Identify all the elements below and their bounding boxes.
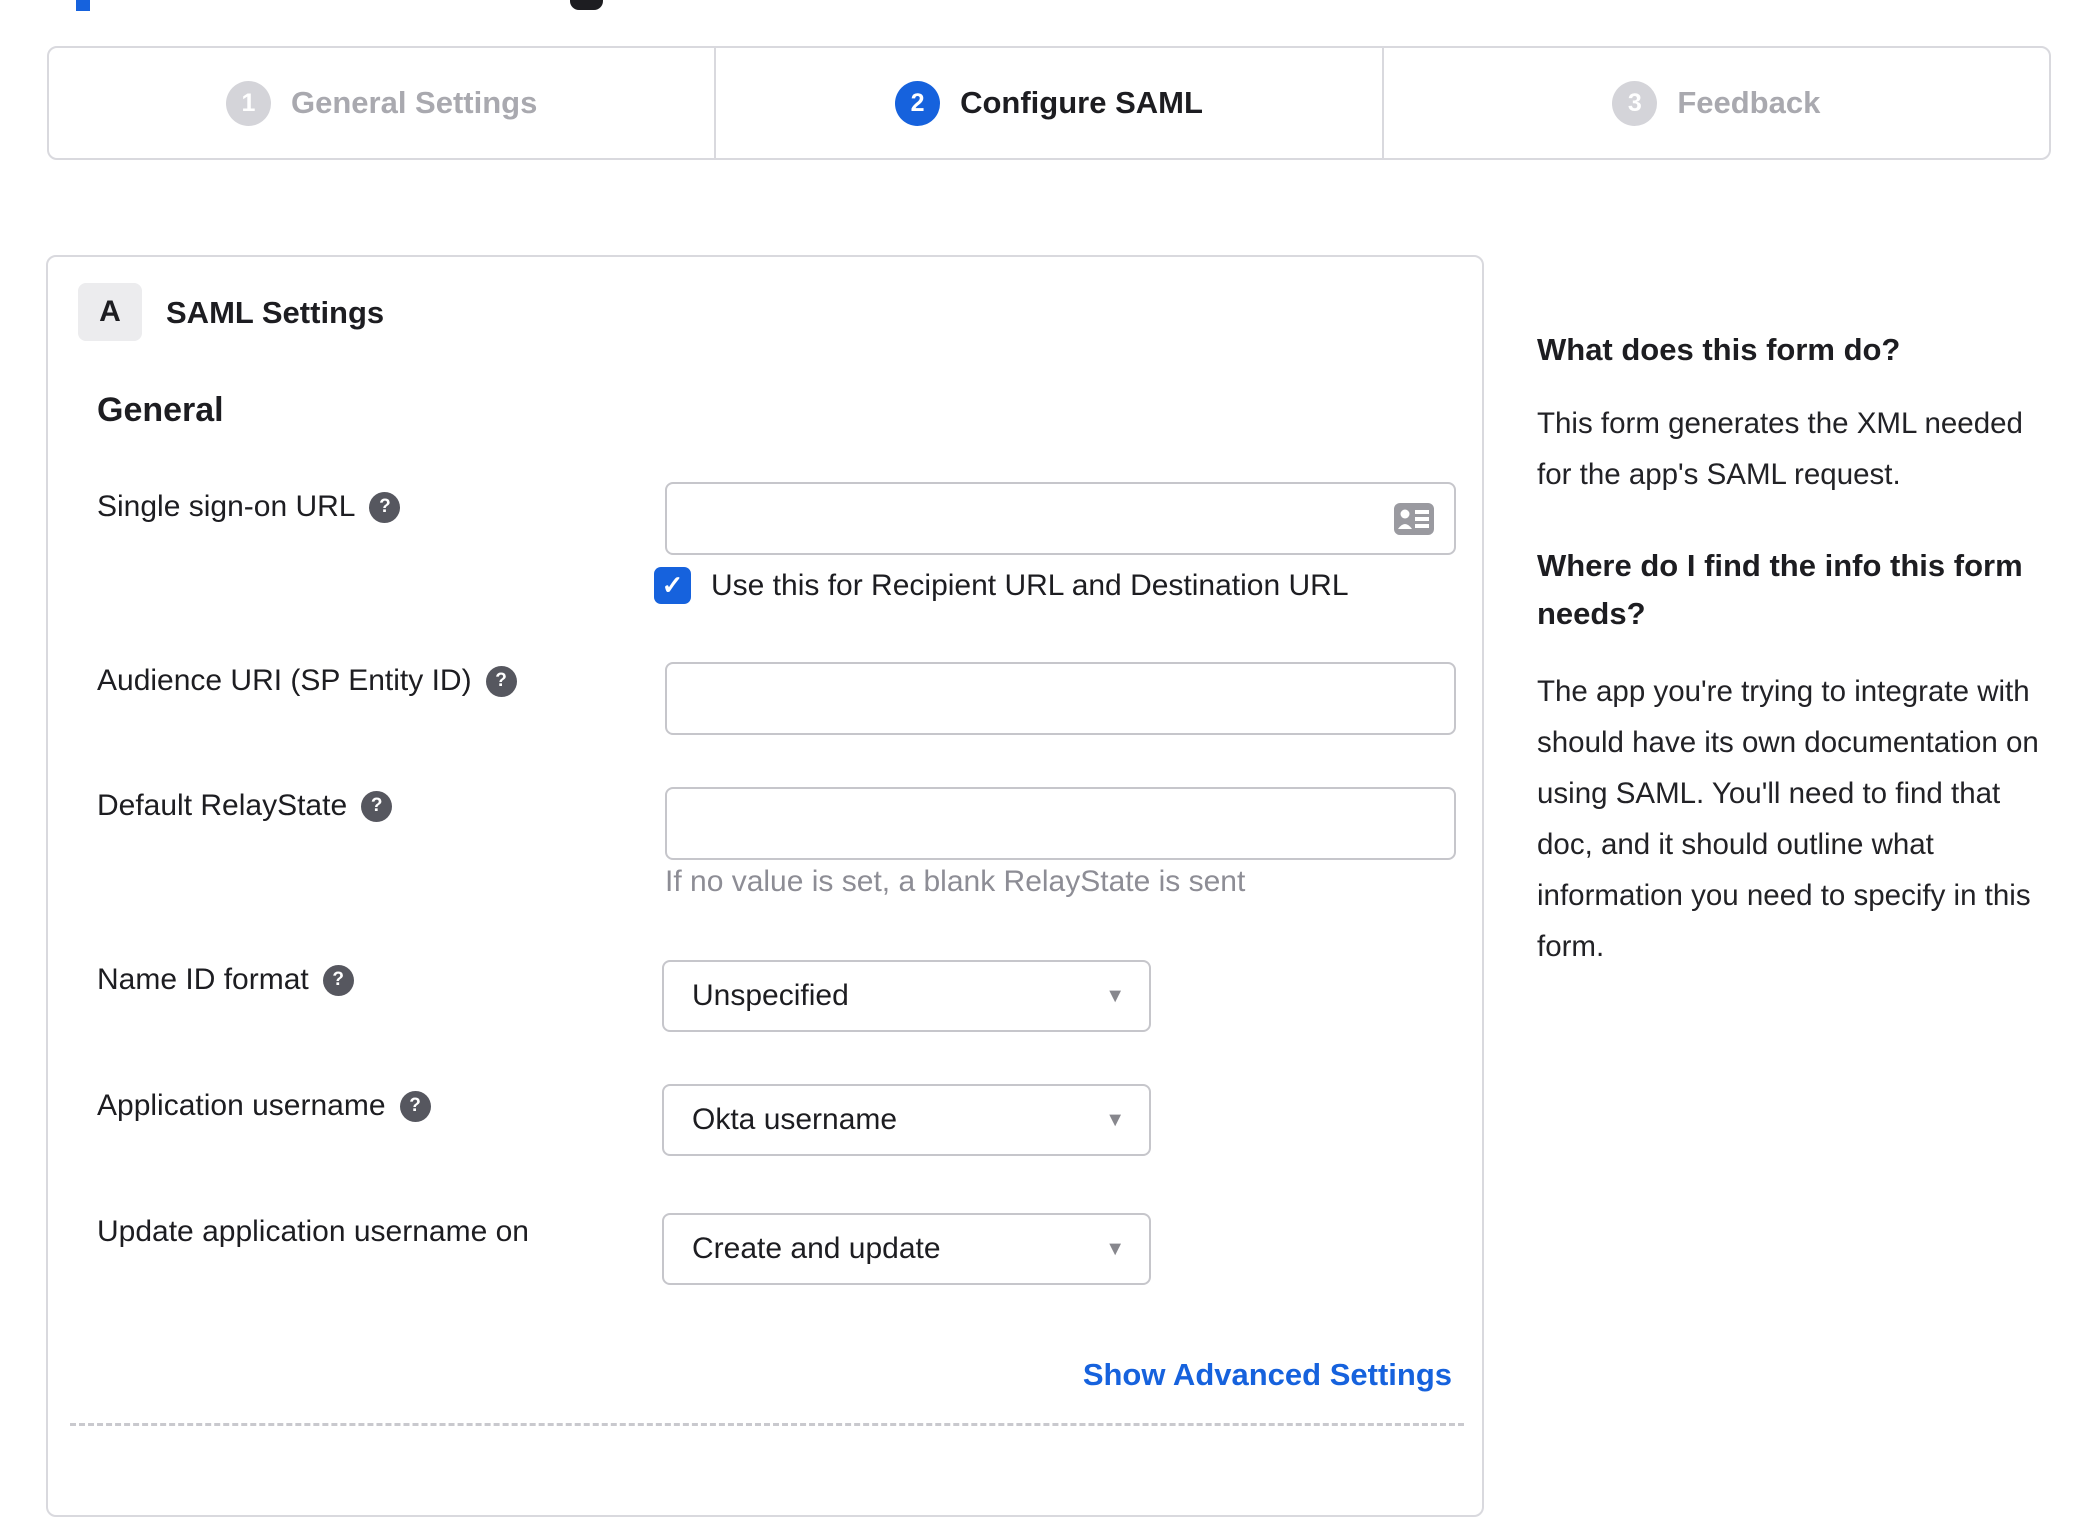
- help-icon[interactable]: ?: [322, 964, 354, 996]
- label-text: Audience URI (SP Entity ID): [97, 664, 472, 697]
- step-number-badge: 1: [225, 80, 271, 126]
- cropped-icon-fragment: [570, 0, 603, 10]
- single-sign-on-url-label: Single sign-on URL ?: [97, 490, 401, 524]
- recipient-url-checkbox[interactable]: ✓: [654, 567, 691, 604]
- update-application-username-select[interactable]: Create and update ▼: [662, 1213, 1151, 1285]
- saml-settings-panel: A SAML Settings General Single sign-on U…: [46, 255, 1484, 1517]
- panel-title: SAML Settings: [166, 295, 385, 330]
- section-letter-badge: A: [78, 283, 142, 341]
- help-icon[interactable]: ?: [361, 790, 393, 822]
- help-icon[interactable]: ?: [399, 1090, 431, 1122]
- sidebar-heading-where: Where do I find the info this form needs…: [1537, 548, 2023, 631]
- autofill-contact-card-icon[interactable]: [1393, 499, 1435, 539]
- help-sidebar: What does this form do? This form genera…: [1537, 326, 2092, 972]
- relaystate-hint-text: If no value is set, a blank RelayState i…: [665, 865, 1246, 898]
- audience-uri-label: Audience URI (SP Entity ID) ?: [97, 664, 517, 698]
- wizard-stepper: 1 General Settings 2 Configure SAML 3 Fe…: [47, 46, 2051, 160]
- update-application-username-label: Update application username on: [97, 1215, 529, 1249]
- show-advanced-settings-link[interactable]: Show Advanced Settings: [1083, 1357, 1452, 1393]
- step-general-settings[interactable]: 1 General Settings: [49, 48, 714, 158]
- chevron-down-icon: ▼: [1105, 984, 1125, 1007]
- chevron-down-icon: ▼: [1105, 1237, 1125, 1260]
- general-section-heading: General: [97, 391, 224, 429]
- name-id-format-label: Name ID format ?: [97, 963, 354, 997]
- step-label: Configure SAML: [960, 85, 1203, 120]
- audience-uri-input[interactable]: [665, 662, 1456, 735]
- name-id-format-select[interactable]: Unspecified ▼: [662, 960, 1151, 1032]
- label-text: Name ID format: [97, 963, 309, 996]
- sidebar-heading-what: What does this form do?: [1537, 332, 1901, 367]
- help-icon[interactable]: ?: [369, 491, 401, 523]
- select-value: Create and update: [692, 1232, 941, 1265]
- label-text: Application username: [97, 1089, 386, 1122]
- step-label: Feedback: [1677, 85, 1821, 120]
- step-number-badge: 2: [895, 80, 941, 126]
- application-username-label: Application username ?: [97, 1089, 431, 1123]
- step-label: General Settings: [290, 85, 538, 120]
- cropped-logo-fragment: [76, 0, 90, 11]
- chevron-down-icon: ▼: [1105, 1108, 1125, 1131]
- select-value: Okta username: [692, 1103, 898, 1136]
- sidebar-paragraph-what: This form generates the XML needed for t…: [1537, 407, 2023, 491]
- step-configure-saml[interactable]: 2 Configure SAML: [714, 48, 1381, 158]
- label-text: Single sign-on URL: [97, 490, 356, 523]
- recipient-url-checkbox-label[interactable]: Use this for Recipient URL and Destinati…: [711, 567, 1349, 604]
- select-value: Unspecified: [692, 979, 849, 1012]
- label-text: Update application username on: [97, 1215, 529, 1248]
- sidebar-paragraph-where: The app you're trying to integrate with …: [1537, 675, 2039, 963]
- step-feedback[interactable]: 3 Feedback: [1381, 48, 2049, 158]
- checkmark-icon: ✓: [661, 570, 684, 600]
- application-username-select[interactable]: Okta username ▼: [662, 1084, 1151, 1156]
- default-relaystate-label: Default RelayState ?: [97, 789, 393, 823]
- label-text: Default RelayState: [97, 789, 348, 822]
- single-sign-on-url-input[interactable]: [665, 482, 1456, 555]
- step-number-badge: 3: [1612, 80, 1658, 126]
- help-icon[interactable]: ?: [485, 665, 517, 697]
- default-relaystate-input[interactable]: [665, 787, 1456, 860]
